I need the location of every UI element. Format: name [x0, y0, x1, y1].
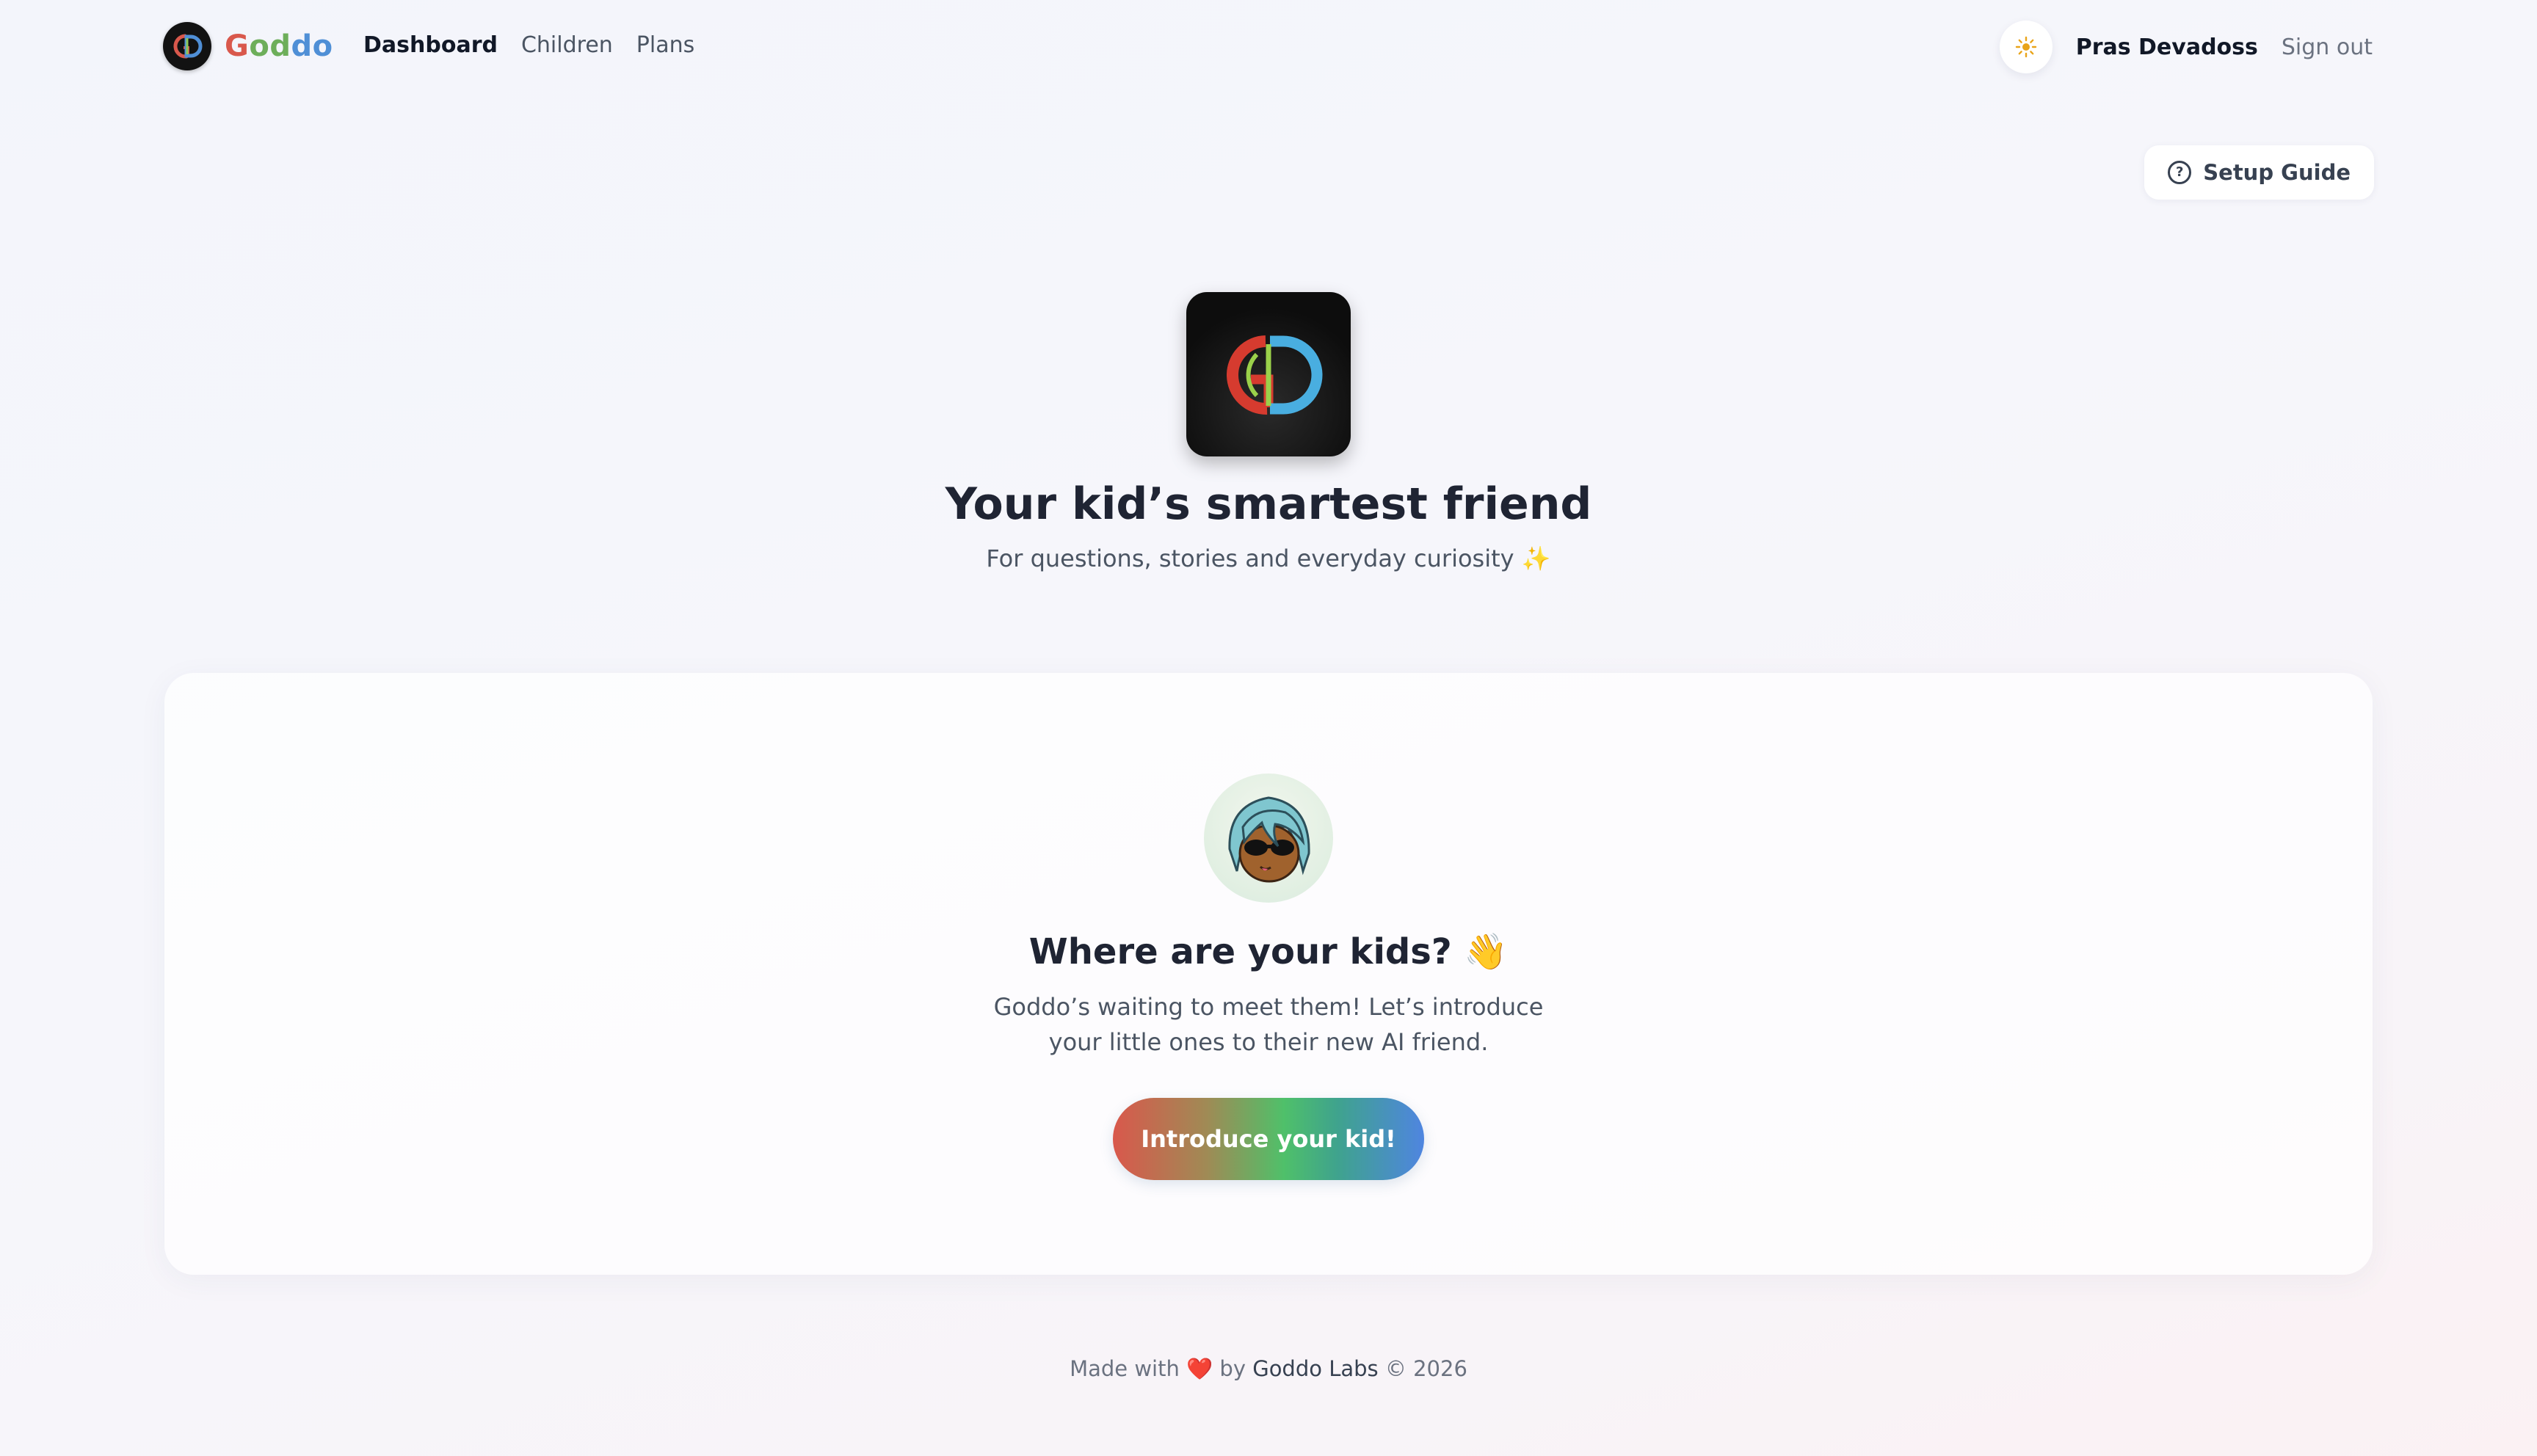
goddo-logo-icon [163, 22, 211, 70]
app-logo-icon [1186, 292, 1351, 456]
hero-subtitle: For questions, stories and everyday curi… [986, 545, 1551, 572]
sun-icon [2015, 36, 2036, 58]
empty-state-title: Where are your kids? 👋 [1028, 931, 1509, 972]
user-tools: Pras Devadoss Sign out [1999, 21, 2373, 73]
brand-name-part-1: G [225, 29, 250, 63]
setup-guide-label: Setup Guide [2203, 160, 2351, 185]
nav-children[interactable]: Children [521, 32, 613, 58]
footer-copyright: © 2026 [1384, 1356, 1467, 1381]
hero-title: Your kid’s smartest friend [945, 478, 1592, 530]
introduce-kid-button[interactable]: Introduce your kid! [1113, 1098, 1424, 1180]
footer-prefix: Made with [1070, 1356, 1180, 1381]
help-circle-icon: ? [2168, 161, 2192, 184]
sign-out-link[interactable]: Sign out [2282, 34, 2373, 60]
heart-icon: ❤️ [1186, 1356, 1213, 1381]
nav-plans[interactable]: Plans [636, 32, 694, 58]
brand-name: Goddo [225, 29, 333, 63]
brand-name-part-3: do [291, 29, 333, 63]
footer: Made with ❤️ by Goddo Labs © 2026 [0, 1356, 2537, 1382]
company-link[interactable]: Goddo Labs [1252, 1356, 1378, 1381]
empty-state-description: Goddo’s waiting to meet them! Let’s intr… [993, 993, 1544, 1056]
goddo-avatar [1204, 774, 1333, 903]
kids-empty-state-card [164, 673, 2373, 1275]
brand-name-part-2: od [249, 29, 291, 63]
top-navigation: Goddo Dashboard Children Plans Pras Deva… [0, 0, 2537, 95]
footer-by: by [1219, 1356, 1246, 1381]
brand-link[interactable]: Goddo [163, 22, 333, 70]
setup-guide-button[interactable]: ? Setup Guide [2144, 145, 2374, 200]
user-name: Pras Devadoss [2075, 34, 2258, 60]
main-nav: Dashboard Children Plans [363, 32, 694, 58]
theme-toggle-button[interactable] [1999, 21, 2053, 73]
nav-dashboard[interactable]: Dashboard [363, 32, 498, 58]
